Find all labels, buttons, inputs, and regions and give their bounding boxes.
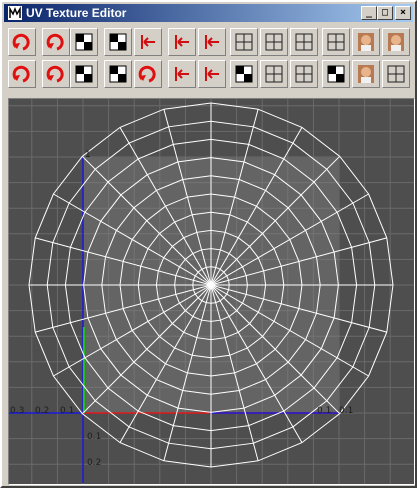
flip-uv-vertical-button[interactable]: [42, 28, 70, 56]
uv-viewport[interactable]: 0.3 0.2 0.1 0.1 0.1 1 0.1 0.2: [8, 98, 415, 485]
select-uv-shell-icon: [265, 33, 283, 51]
uv-canvas[interactable]: 0.3 0.2 0.1 0.1 0.1 1 0.1 0.2: [9, 99, 414, 484]
rotate-ccw-button[interactable]: [8, 60, 36, 88]
image-range-button[interactable]: [352, 60, 380, 88]
grid-uvs-button[interactable]: [230, 28, 258, 56]
v-label-1: 1: [85, 150, 91, 160]
rotate-ccw-icon: [12, 65, 30, 83]
align-uvs-right-icon: [205, 35, 219, 49]
align-uvs-left-button[interactable]: [168, 28, 196, 56]
u-label-right-1: 0.1: [317, 406, 331, 416]
checker-map-icon: [235, 65, 253, 83]
maya-app-icon[interactable]: [7, 5, 23, 21]
uv-texture-editor-window: UV Texture Editor _ □ × 0.3 0.2 0.1 0.1 …: [0, 0, 417, 488]
v-label-neg-0-2: 0.2: [87, 458, 101, 468]
u-label-right-2: 0.1: [339, 406, 353, 416]
add-uv-icon: [295, 33, 313, 51]
dim-image-button[interactable]: [322, 60, 350, 88]
uv-toolbar: [8, 28, 411, 92]
align-uvs-right-button[interactable]: [198, 28, 226, 56]
add-uv-button[interactable]: [290, 28, 318, 56]
align-uvs-left-icon: [175, 35, 189, 49]
cycle-uvs-icon: [141, 35, 155, 49]
checker-map-button[interactable]: [230, 60, 258, 88]
close-button[interactable]: ×: [395, 6, 411, 20]
u-label-2: 0.1: [60, 406, 74, 416]
toggle-grid-button[interactable]: [322, 28, 350, 56]
sew-uvs-icon: [138, 65, 156, 83]
toggle-grid-icon: [327, 33, 345, 51]
v-label-neg-0-1: 0.1: [87, 432, 101, 442]
move-uv-shell-icon: [75, 65, 93, 83]
maximize-button[interactable]: □: [377, 6, 393, 20]
remove-uv-button[interactable]: [290, 60, 318, 88]
pixel-snap-button[interactable]: [382, 60, 410, 88]
relax-uvs-icon: [109, 65, 127, 83]
relax-uvs-button[interactable]: [104, 60, 132, 88]
window-title: UV Texture Editor: [26, 6, 127, 20]
rotate-uv-cw-checker-button[interactable]: [104, 28, 132, 56]
display-image-icon: [358, 33, 374, 51]
pixel-snap-icon: [387, 65, 405, 83]
rotate-uv-ccw-checker-button[interactable]: [70, 28, 98, 56]
align-uvs-bottom-icon: [175, 67, 189, 81]
u-label-1: 0.2: [35, 406, 49, 416]
u-label-0: 0.3: [10, 406, 24, 416]
select-contained-faces-button[interactable]: [260, 60, 288, 88]
sew-uvs-button[interactable]: [134, 60, 162, 88]
rotate-cw-icon: [46, 65, 64, 83]
cycle-uvs-button[interactable]: [134, 28, 162, 56]
align-uvs-top-button[interactable]: [198, 60, 226, 88]
unlock-image-icon: [388, 33, 404, 51]
display-image-button[interactable]: [352, 28, 380, 56]
title-bar[interactable]: UV Texture Editor _ □ ×: [4, 4, 413, 22]
align-uvs-bottom-button[interactable]: [168, 60, 196, 88]
minimize-button[interactable]: _: [361, 6, 377, 20]
rotate-uv-ccw-checker-icon: [75, 33, 93, 51]
select-contained-faces-icon: [265, 65, 283, 83]
select-uv-shell-button[interactable]: [260, 28, 288, 56]
rotate-uv-cw-checker-icon: [109, 33, 127, 51]
remove-uv-icon: [295, 65, 313, 83]
flip-uv-horizontal-button[interactable]: [8, 28, 36, 56]
align-uvs-top-icon: [205, 67, 219, 81]
dim-image-icon: [327, 65, 345, 83]
image-range-icon: [358, 65, 374, 83]
rotate-cw-button[interactable]: [42, 60, 70, 88]
grid-uvs-icon: [235, 33, 253, 51]
unlock-image-button[interactable]: [382, 28, 410, 56]
move-uv-shell-button[interactable]: [70, 60, 98, 88]
flip-uv-horizontal-icon: [12, 33, 30, 51]
flip-uv-vertical-icon: [46, 33, 64, 51]
